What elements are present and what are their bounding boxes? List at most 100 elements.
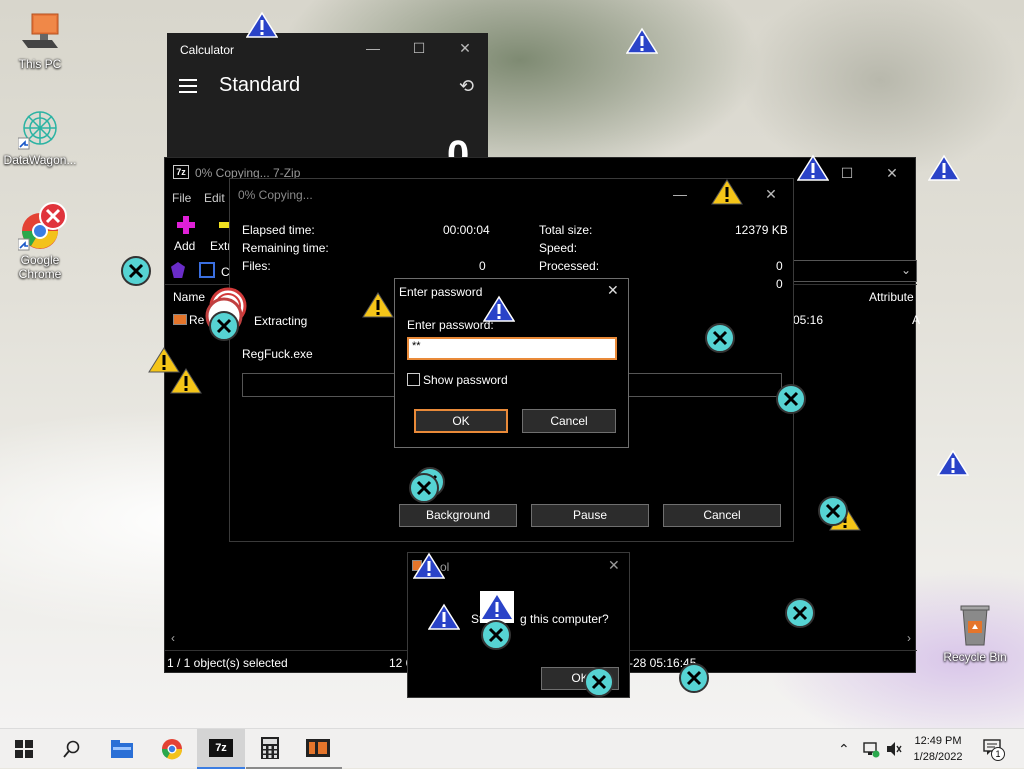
calculator-mode: Standard <box>219 74 301 96</box>
password-prompt: Enter password: <box>407 318 494 332</box>
x-circle-icon <box>785 598 815 628</box>
datawagon-icon <box>17 106 62 150</box>
x-circle-icon <box>679 663 709 693</box>
status-selection: 1 / 1 object(s) selected <box>167 656 288 670</box>
chevron-up-icon[interactable]: ⌃ <box>838 741 850 758</box>
file-row-attr: A <box>912 313 921 327</box>
desktop-icon-datawagon[interactable]: DataWagon... <box>0 106 80 167</box>
elapsed-value: 00:00:04 <box>443 223 490 237</box>
taskbar-calculator[interactable] <box>246 729 294 769</box>
start-button[interactable] <box>0 729 48 769</box>
password-field[interactable]: ** <box>407 337 617 360</box>
desktop-icon-recycle-bin[interactable]: Recycle Bin <box>935 603 1015 664</box>
x-circle-icon <box>818 496 848 526</box>
x-circle-icon <box>776 384 806 414</box>
close-icon[interactable]: ✕ <box>608 557 620 574</box>
7zip-icon: 7z <box>209 739 233 757</box>
show-password-checkbox[interactable] <box>407 373 420 386</box>
cancel-button[interactable]: Cancel <box>663 504 781 527</box>
cancel-button[interactable]: Cancel <box>522 409 616 433</box>
taskbar-file-explorer[interactable] <box>98 729 146 769</box>
background-button[interactable]: Background <box>399 504 517 527</box>
close-icon[interactable]: ✕ <box>607 282 619 299</box>
x-circle-icon <box>705 323 735 353</box>
close-button[interactable]: ✕ <box>869 158 915 188</box>
x-circle-icon <box>409 473 439 503</box>
message-text-end: g this computer? <box>520 612 609 626</box>
warning-blue-icon <box>428 603 460 630</box>
filename-label: RegFuck.exe <box>242 347 313 361</box>
x-circle-icon <box>121 256 151 286</box>
processed-label: Processed: <box>539 259 600 273</box>
search-icon <box>63 740 80 758</box>
chevron-down-icon: ⌄ <box>900 263 911 277</box>
volume-icon[interactable] <box>885 740 903 761</box>
7zip-icon: 7z <box>173 165 189 179</box>
scroll-right-icon[interactable]: › <box>907 631 911 645</box>
maximize-button[interactable]: ☐ <box>396 33 442 63</box>
notification-count: 1 <box>991 747 1005 761</box>
network-icon[interactable] <box>862 740 880 761</box>
warning-blue-icon <box>797 154 829 181</box>
taskbar-chrome[interactable] <box>148 729 196 769</box>
close-button[interactable]: ✕ <box>748 179 794 209</box>
taskbar-app[interactable] <box>294 729 342 769</box>
clock[interactable]: 12:49 PM 1/28/2022 <box>906 733 970 765</box>
up-folder-icon[interactable] <box>171 262 185 278</box>
menu-file[interactable]: File <box>172 191 191 205</box>
total-size-label: Total size: <box>539 223 593 237</box>
windows-icon <box>15 740 33 758</box>
scroll-left-icon[interactable]: ‹ <box>171 631 175 645</box>
calculator-title: Calculator <box>180 43 235 57</box>
maximize-button[interactable]: ☐ <box>824 158 870 188</box>
path-dropdown[interactable]: ⌄ <box>791 260 917 282</box>
taskbar-7zip[interactable]: 7z <box>197 729 245 769</box>
app-window-icon <box>306 739 330 757</box>
calculator-window[interactable]: Calculator — ☐ ✕ Standard ⟲ 0 <box>167 33 488 177</box>
drive-icon <box>199 262 215 278</box>
close-button[interactable]: ✕ <box>442 33 488 63</box>
files-value: 0 <box>479 259 486 273</box>
computer-icon <box>18 10 62 54</box>
search-button[interactable] <box>48 729 96 769</box>
x-circle-icon <box>481 620 511 650</box>
column-attributes[interactable]: Attribute <box>869 290 914 304</box>
warning-blue-icon <box>483 295 515 322</box>
warning-blue-icon <box>928 154 960 181</box>
warning-icon <box>711 179 743 205</box>
extracting-label: Extracting <box>254 314 308 328</box>
folder-icon <box>111 740 133 758</box>
desktop-icon-this-pc[interactable]: This PC <box>0 10 80 71</box>
total-size-value: 12379 KB <box>735 223 788 237</box>
chrome-icon <box>161 739 183 760</box>
minimize-button[interactable]: — <box>350 33 396 63</box>
history-icon[interactable]: ⟲ <box>459 76 474 97</box>
elapsed-label: Elapsed time: <box>242 223 315 237</box>
desktop: This PC DataWagon... Google Chrome Recyc… <box>0 0 1024 728</box>
file-row-time: 05:16 <box>793 313 824 327</box>
notifications-button[interactable]: 1 <box>983 739 1007 761</box>
x-circle-stack <box>198 286 250 342</box>
calculator-icon <box>261 737 279 759</box>
add-button[interactable]: Add <box>174 239 195 253</box>
files-label: Files: <box>242 259 271 273</box>
pause-button[interactable]: Pause <box>531 504 649 527</box>
desktop-icon-google-chrome[interactable]: Google Chrome <box>0 202 80 281</box>
extra-value: 0 <box>776 277 783 291</box>
menu-edit[interactable]: Edit <box>204 191 225 205</box>
show-password-label[interactable]: Show password <box>423 373 508 387</box>
taskbar: 7z ⌃ 12:49 PM 1/28/2022 1 <box>0 728 1024 769</box>
minimize-button[interactable]: — <box>657 179 703 209</box>
error-icon <box>39 202 67 230</box>
warning-blue-icon <box>626 27 658 54</box>
warning-icon <box>362 292 394 318</box>
add-icon <box>177 216 195 234</box>
processed-value: 0 <box>776 259 783 273</box>
recycle-bin-icon <box>953 603 997 647</box>
warning-icon <box>170 368 202 394</box>
warning-blue-icon <box>413 552 445 579</box>
ok-button[interactable]: OK <box>414 409 508 433</box>
remaining-label: Remaining time: <box>242 241 329 255</box>
warning-blue-icon <box>937 449 969 476</box>
menu-icon[interactable] <box>179 79 197 93</box>
